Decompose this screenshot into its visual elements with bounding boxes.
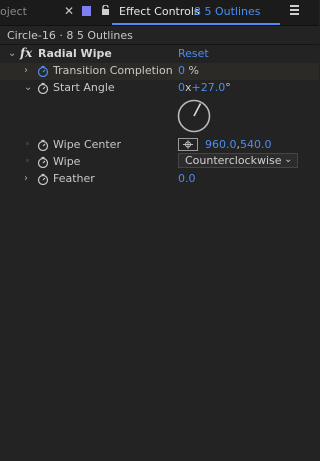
- wipe-direction-value: Counterclockwise: [185, 154, 282, 167]
- percent-value[interactable]: 0: [178, 64, 185, 77]
- wipe-center-y[interactable]: 540.0: [240, 138, 272, 151]
- panel-tab-bar: oject ✕ Effect Controls 8 5 Outlines: [0, 0, 319, 26]
- reset-button[interactable]: Reset: [178, 47, 209, 60]
- row-bullet: [26, 142, 29, 145]
- property-label: Start Angle: [53, 81, 115, 94]
- effect-name: Radial Wipe: [38, 47, 112, 60]
- tab-project[interactable]: oject: [0, 5, 27, 18]
- lock-icon[interactable]: [101, 5, 110, 15]
- active-tab-indicator: [112, 23, 280, 25]
- row-bullet: [26, 159, 29, 162]
- degrees-value[interactable]: +27.0: [192, 81, 226, 94]
- chevron-down-icon[interactable]: ⌄: [24, 82, 32, 93]
- property-label: Wipe: [53, 155, 81, 168]
- tab-layer-name[interactable]: 8 5 Outlines: [194, 5, 261, 18]
- fx-icon[interactable]: fx: [20, 46, 32, 60]
- tab-effect-controls[interactable]: Effect Controls: [119, 5, 200, 18]
- start-angle-value[interactable]: 0x+27.0°: [178, 81, 231, 94]
- crosshair-icon[interactable]: [178, 138, 198, 151]
- close-icon[interactable]: ✕: [64, 4, 74, 18]
- breadcrumb: Circle-16 · 8 5 Outlines: [7, 29, 133, 42]
- angle-dial[interactable]: [177, 99, 211, 133]
- property-row-start-angle[interactable]: ⌄ Start Angle 0x+27.0°: [0, 80, 319, 97]
- property-row-transition-completion[interactable]: › Transition Completion 0 %: [0, 63, 319, 80]
- stopwatch-icon[interactable]: [37, 156, 49, 168]
- property-label: Transition Completion: [53, 64, 173, 77]
- hamburger-menu-icon[interactable]: [290, 5, 299, 15]
- wipe-center-x[interactable]: 960.0: [205, 138, 237, 151]
- property-label: Wipe Center: [53, 138, 121, 151]
- chevron-right-icon[interactable]: ›: [24, 65, 28, 76]
- divider: [0, 44, 319, 45]
- stopwatch-icon[interactable]: [37, 65, 49, 77]
- transition-completion-value[interactable]: 0 %: [178, 64, 199, 77]
- wipe-center-value[interactable]: 960.0,540.0: [205, 138, 272, 151]
- chevron-right-icon[interactable]: ›: [24, 173, 28, 184]
- stopwatch-icon[interactable]: [37, 173, 49, 185]
- percent-unit: %: [188, 64, 199, 77]
- label-color-swatch: [82, 6, 91, 16]
- stopwatch-icon[interactable]: [37, 139, 49, 151]
- chevron-down-icon[interactable]: ⌄: [284, 154, 292, 165]
- wipe-direction-select[interactable]: Counterclockwise ⌄: [178, 153, 298, 168]
- revolutions-value[interactable]: 0: [178, 81, 185, 94]
- degree-unit: °: [225, 81, 231, 94]
- property-row-feather[interactable]: › Feather 0.0: [0, 171, 319, 188]
- property-label: Feather: [53, 172, 95, 185]
- effect-header-radial-wipe[interactable]: ⌄ fx Radial Wipe Reset: [0, 46, 319, 63]
- stopwatch-icon[interactable]: [37, 82, 49, 94]
- chevron-down-icon[interactable]: ⌄: [8, 48, 16, 59]
- feather-value[interactable]: 0.0: [178, 172, 196, 185]
- property-row-wipe-center[interactable]: Wipe Center 960.0,540.0: [0, 137, 319, 154]
